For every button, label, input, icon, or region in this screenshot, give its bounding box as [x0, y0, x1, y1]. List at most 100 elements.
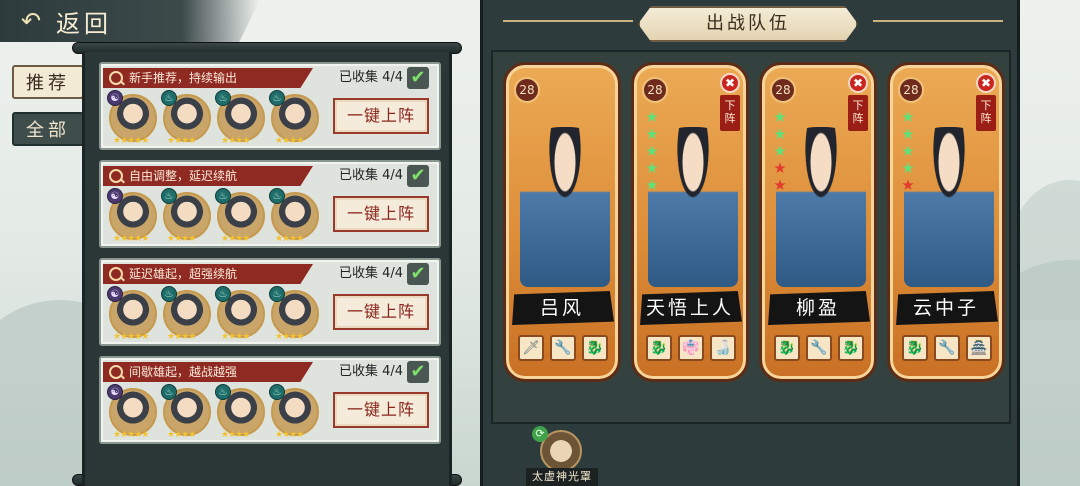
- hero-portrait: [648, 127, 738, 287]
- star-rating: ★★★★: [275, 332, 304, 342]
- search-icon[interactable]: [109, 267, 123, 281]
- close-icon[interactable]: ✖: [720, 73, 740, 93]
- hero-avatar[interactable]: ♨ ★★★★: [161, 384, 211, 440]
- search-icon[interactable]: [109, 169, 123, 183]
- hero-avatar[interactable]: ♨ ★★★★: [215, 188, 265, 244]
- equipment-slot[interactable]: 🗡: [518, 335, 544, 361]
- hero-name: 吕风: [512, 291, 614, 325]
- remove-button[interactable]: 下阵: [976, 95, 996, 131]
- star-rating: ★★★★: [275, 136, 304, 146]
- hero-avatar[interactable]: ♨ ★★★★: [215, 90, 265, 146]
- equipment-slot[interactable]: 👘: [678, 335, 704, 361]
- equipment-slot[interactable]: 🐉: [902, 335, 928, 361]
- check-icon: ✔: [407, 361, 429, 383]
- star-rating: ★★★★: [221, 430, 250, 440]
- level-badge: 28: [898, 77, 924, 103]
- hero-card[interactable]: 28 ★ ★ ★ ★ ★ ✖ 下阵 柳盈 🐉 🔧 🐉: [759, 62, 877, 382]
- star-rating: ★★★★★: [900, 109, 916, 193]
- equipment-slot[interactable]: 🐉: [774, 335, 800, 361]
- equipment-slot[interactable]: 🔧: [806, 335, 832, 361]
- equipment-slot[interactable]: 🐉: [838, 335, 864, 361]
- lineup-members: ☯ ★★★★★ ♨ ★★★★ ♨ ★★★★ ♨ ★★★★: [107, 384, 319, 440]
- deploy-all-button[interactable]: 一键上阵: [333, 196, 429, 232]
- lineup-title: 自由调整，延迟续航: [103, 166, 313, 186]
- equipment-slot[interactable]: 🔧: [550, 335, 576, 361]
- tab-all[interactable]: 全部: [12, 112, 84, 146]
- star-rating: ★★★★: [221, 332, 250, 342]
- cloud-swirl-icon: ↶: [20, 7, 42, 35]
- hero-avatar[interactable]: ♨ ★★★★: [269, 384, 319, 440]
- hero-avatar[interactable]: ♨ ★★★★: [215, 384, 265, 440]
- close-icon[interactable]: ✖: [848, 73, 868, 93]
- level-badge: 28: [770, 77, 796, 103]
- deploy-all-button[interactable]: 一键上阵: [333, 294, 429, 330]
- deploy-all-button[interactable]: 一键上阵: [333, 98, 429, 134]
- hero-avatar[interactable]: ☯ ★★★★★: [107, 384, 157, 440]
- hero-avatar[interactable]: ☯ ★★★★★: [107, 286, 157, 342]
- star-rating: ★★★★★: [644, 109, 660, 193]
- star-icon: ★: [645, 108, 659, 126]
- hero-avatar[interactable]: ☯ ★★★★★: [107, 188, 157, 244]
- equipment-slot[interactable]: 🐉: [582, 335, 608, 361]
- element-icon: ♨: [269, 286, 285, 302]
- close-icon[interactable]: ✖: [976, 73, 996, 93]
- lineup-members: ☯ ★★★★★ ♨ ★★★★ ♨ ★★★★ ♨ ★★★★: [107, 286, 319, 342]
- hero-avatar[interactable]: ♨ ★★★★: [269, 286, 319, 342]
- search-icon[interactable]: [109, 365, 123, 379]
- star-rating: ★★★★★: [113, 430, 149, 440]
- hero-card[interactable]: 28 ★ ★ ★ ★ ★ ✖ 下阵 天悟上人 🐉 👘 🍶: [631, 62, 749, 382]
- tab-recommended[interactable]: 推荐: [12, 65, 84, 99]
- hero-card[interactable]: 28 ★ ★ ★ ★ ★ ✖ 下阵 云中子 🐉 🔧 🏯: [887, 62, 1005, 382]
- collected-count: 已收集 4/4: [338, 364, 403, 379]
- hero-card[interactable]: 28 吕风 🗡 🔧 🐉: [503, 62, 621, 382]
- star-icon: ★: [773, 159, 787, 177]
- star-icon: ★: [645, 176, 659, 194]
- star-rating: ★★★★★: [772, 109, 788, 193]
- lineup-title: 新手推荐，持续输出: [103, 68, 313, 88]
- element-icon: ♨: [161, 90, 177, 106]
- swap-icon[interactable]: ⟳: [532, 426, 548, 442]
- star-icon: ★: [773, 176, 787, 194]
- remove-button[interactable]: 下阵: [848, 95, 868, 131]
- team-title: 出战队伍: [638, 6, 858, 42]
- hero-avatar[interactable]: ♨ ★★★★: [215, 286, 265, 342]
- element-icon: ☯: [107, 90, 123, 106]
- back-button[interactable]: ↶ 返回: [0, 0, 260, 42]
- star-rating: ★★★★: [167, 136, 196, 146]
- star-icon: ★: [901, 176, 915, 194]
- lineup-title: 延迟雄起，超强续航: [103, 264, 313, 284]
- hero-avatar[interactable]: ♨ ★★★★: [161, 286, 211, 342]
- element-icon: ♨: [215, 286, 231, 302]
- team-panel: 出战队伍 28 吕风 🗡 🔧 🐉 28 ★ ★ ★ ★ ★ ✖ 下阵 天悟上人 🐉 👘 🍶 28 ★ ★ ★ ★ ★ ✖ 下阵柳…: [480, 0, 1020, 486]
- check-icon: ✔: [407, 165, 429, 187]
- hero-avatar[interactable]: ♨ ★★★★: [161, 90, 211, 146]
- search-icon[interactable]: [109, 71, 123, 85]
- hero-avatar[interactable]: ♨ ★★★★: [269, 188, 319, 244]
- equipment-slot[interactable]: 🏯: [966, 335, 992, 361]
- hero-avatar[interactable]: ☯ ★★★★★: [107, 90, 157, 146]
- star-icon: ★: [901, 142, 915, 160]
- lineup-members: ☯ ★★★★★ ♨ ★★★★ ♨ ★★★★ ♨ ★★★★: [107, 90, 319, 146]
- equipment-slot[interactable]: 🍶: [710, 335, 736, 361]
- lineup-list[interactable]: 新手推荐，持续输出 已收集 4/4 ✔ ☯ ★★★★★ ♨ ★★★★ ♨ ★★★★…: [82, 52, 452, 486]
- remove-button[interactable]: 下阵: [720, 95, 740, 131]
- star-rating: ★★★★: [167, 332, 196, 342]
- star-rating: ★★★★★: [113, 332, 149, 342]
- element-icon: ♨: [161, 286, 177, 302]
- lineup-title-text: 延迟雄起，超强续航: [129, 267, 238, 281]
- element-icon: ♨: [161, 384, 177, 400]
- hero-avatar[interactable]: ♨ ★★★★: [161, 188, 211, 244]
- equipment-slots: 🐉 🔧 🏯: [902, 335, 992, 361]
- star-icon: ★: [645, 125, 659, 143]
- hero-name: 天悟上人: [640, 291, 742, 325]
- element-icon: ♨: [269, 188, 285, 204]
- deploy-all-button[interactable]: 一键上阵: [333, 392, 429, 428]
- star-icon: ★: [773, 125, 787, 143]
- equipment-slots: 🗡 🔧 🐉: [518, 335, 608, 361]
- hero-avatar[interactable]: ♨ ★★★★: [269, 90, 319, 146]
- title-divider-right: [873, 20, 1003, 22]
- equipment-slot[interactable]: 🐉: [646, 335, 672, 361]
- star-icon: ★: [773, 108, 787, 126]
- star-rating: ★★★★: [167, 234, 196, 244]
- equipment-slot[interactable]: 🔧: [934, 335, 960, 361]
